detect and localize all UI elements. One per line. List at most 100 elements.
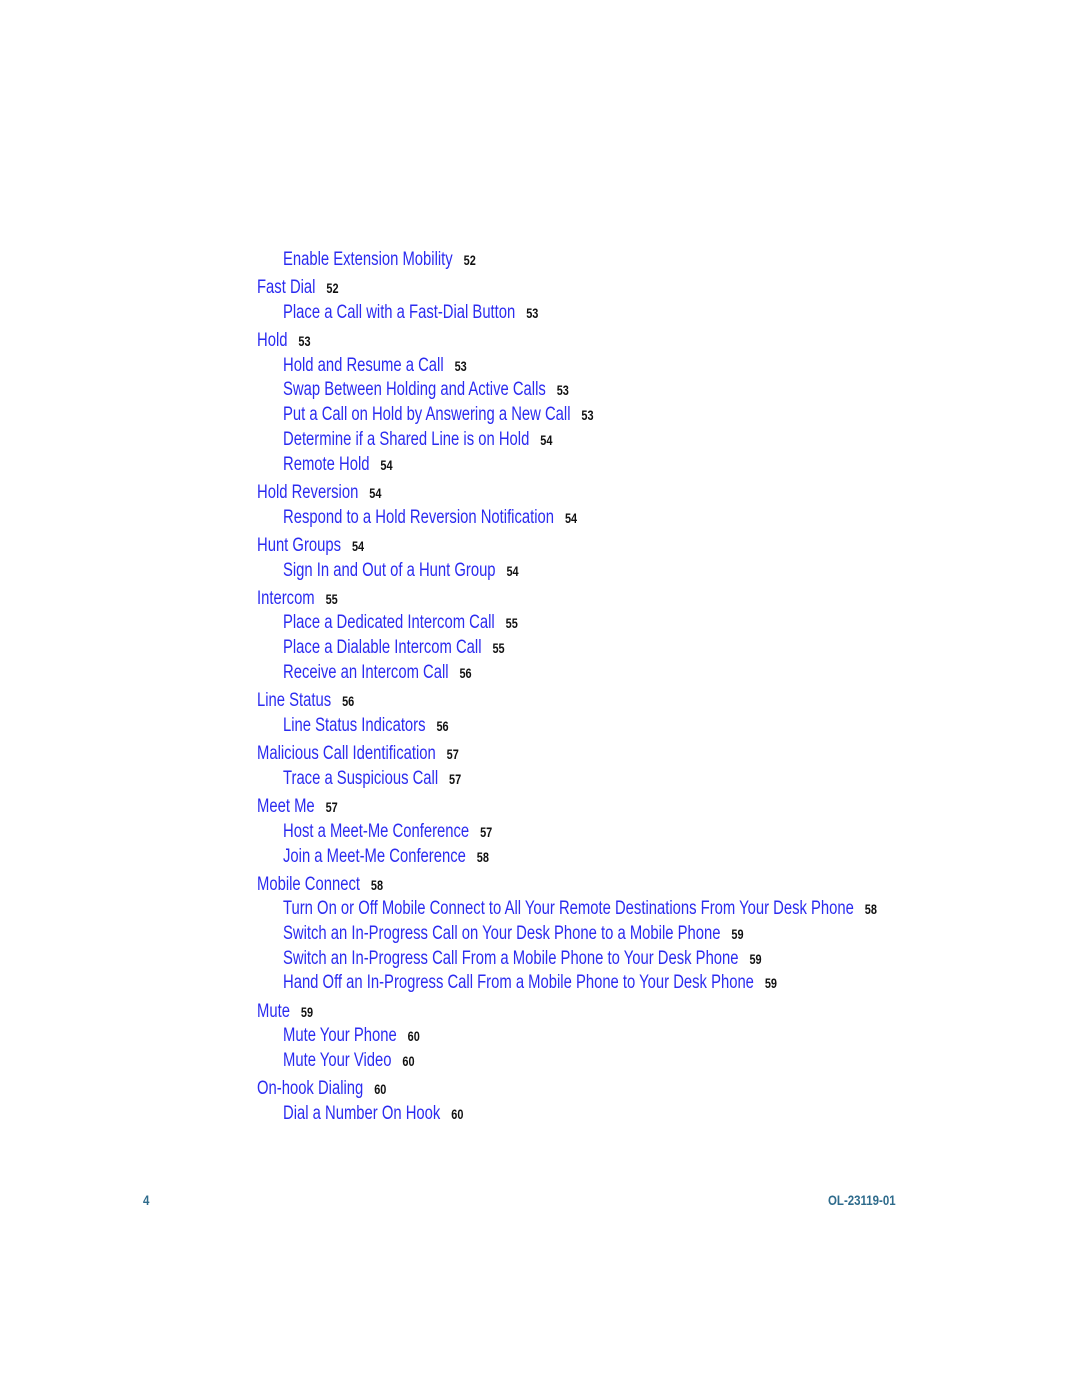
toc-entry-title[interactable]: Mute Your Phone (283, 1025, 397, 1046)
toc-subsection-entry[interactable]: Line Status Indicators 56 (283, 716, 449, 736)
toc-entry-title[interactable]: Place a Dialable Intercom Call (283, 637, 482, 658)
toc-entry-title[interactable]: Enable Extension Mobility (283, 249, 453, 270)
toc-subsection-entry[interactable]: Mute Your Video 60 (283, 1051, 415, 1071)
toc-section-entry[interactable]: On-hook Dialing 60 (257, 1079, 386, 1099)
toc-entry-page-number: 57 (480, 824, 493, 840)
toc-entry-title[interactable]: Hold (257, 330, 287, 351)
toc-section-entry[interactable]: Line Status 56 (257, 691, 354, 711)
toc-subsection-entry[interactable]: Join a Meet-Me Conference 58 (283, 847, 489, 867)
toc-entry-title[interactable]: Receive an Intercom Call (283, 662, 449, 683)
toc-entry-title[interactable]: Hand Off an In-Progress Call From a Mobi… (283, 972, 754, 993)
toc-entry-page-number: 58 (476, 849, 489, 865)
toc-subsection-entry[interactable]: Host a Meet-Me Conference 57 (283, 822, 492, 842)
toc-subsection-entry[interactable]: Place a Dialable Intercom Call 55 (283, 638, 505, 658)
toc-entry-page-number: 54 (369, 485, 382, 501)
toc-entry-page-number: 59 (764, 975, 778, 991)
toc-subsection-entry[interactable]: Swap Between Holding and Active Calls 53 (283, 380, 569, 400)
toc-entry-title[interactable]: Hold Reversion (257, 482, 358, 503)
toc-subsection-entry[interactable]: Mute Your Phone 60 (283, 1026, 420, 1046)
toc-subsection-entry[interactable]: Dial a Number On Hook 60 (283, 1104, 463, 1124)
toc-section-entry[interactable]: Fast Dial 52 (257, 278, 339, 298)
toc-entry-page-number: 59 (749, 951, 762, 967)
toc-entry-page-number: 59 (300, 1004, 314, 1020)
toc-entry-page-number: 54 (540, 432, 553, 448)
toc-entry-title[interactable]: Trace a Suspicious Call (283, 768, 438, 789)
toc-entry-title[interactable]: On-hook Dialing (257, 1078, 363, 1099)
toc-entry-title[interactable]: Respond to a Hold Reversion Notification (283, 507, 554, 528)
toc-entry-title[interactable]: Meet Me (257, 796, 315, 817)
toc-section-entry[interactable]: Malicious Call Identification 57 (257, 744, 459, 764)
toc-entry-title[interactable]: Hunt Groups (257, 535, 341, 556)
toc-entry-page-number: 60 (451, 1106, 464, 1122)
toc-subsection-entry[interactable]: Remote Hold 54 (283, 455, 393, 475)
toc-entry-title[interactable]: Join a Meet-Me Conference (283, 846, 466, 867)
toc-subsection-entry[interactable]: Hand Off an In-Progress Call From a Mobi… (283, 973, 777, 993)
toc-entry-page-number: 55 (325, 591, 338, 607)
toc-entry-title[interactable]: Mobile Connect (257, 874, 360, 895)
toc-entry-title[interactable]: Line Status Indicators (283, 715, 426, 736)
toc-subsection-entry[interactable]: Switch an In-Progress Call From a Mobile… (283, 949, 762, 969)
toc-entry-title[interactable]: Hold and Resume a Call (283, 355, 444, 376)
toc-section-entry[interactable]: Hunt Groups 54 (257, 536, 364, 556)
toc-entry-page-number: 54 (506, 563, 519, 579)
toc-section-entry[interactable]: Meet Me 57 (257, 797, 338, 817)
toc-subsection-entry[interactable]: Hold and Resume a Call 53 (283, 356, 467, 376)
toc-entry-page-number: 57 (449, 771, 462, 787)
toc-entry-page-number: 57 (446, 746, 459, 762)
toc-entry-title[interactable]: Intercom (257, 588, 315, 609)
toc-entry-title[interactable]: Fast Dial (257, 277, 315, 298)
toc-entry-page-number: 52 (463, 252, 476, 268)
toc-subsection-entry[interactable]: Put a Call on Hold by Answering a New Ca… (283, 405, 594, 425)
toc-entry-title[interactable]: Switch an In-Progress Call From a Mobile… (283, 948, 739, 969)
toc-entry-page-number: 53 (526, 305, 539, 321)
toc-subsection-entry[interactable]: Sign In and Out of a Hunt Group 54 (283, 561, 519, 581)
toc-subsection-entry[interactable]: Turn On or Off Mobile Connect to All You… (283, 899, 877, 919)
toc-entry-page-number: 53 (581, 407, 594, 423)
toc-entry-page-number: 54 (564, 510, 578, 526)
toc-entry-page-number: 55 (492, 640, 505, 656)
toc-entry-title[interactable]: Line Status (257, 690, 331, 711)
toc-entry-title[interactable]: Place a Call with a Fast-Dial Button (283, 302, 515, 323)
toc-entry-page-number: 57 (325, 799, 338, 815)
toc-entry-page-number: 58 (370, 877, 384, 893)
table-of-contents: Enable Extension Mobility 52 Fast Dial 52 Pl… (0, 0, 1080, 1397)
toc-section-entry[interactable]: Hold 53 (257, 331, 311, 351)
toc-entry-title[interactable]: Determine if a Shared Line is on Hold (283, 429, 529, 450)
toc-entry-page-number: 54 (380, 457, 393, 473)
toc-entry-page-number: 53 (556, 382, 569, 398)
toc-entry-title[interactable]: Malicious Call Identification (257, 743, 436, 764)
toc-subsection-entry[interactable]: Trace a Suspicious Call 57 (283, 769, 461, 789)
toc-entry-page-number: 58 (864, 901, 877, 917)
toc-entry-title[interactable]: Turn On or Off Mobile Connect to All You… (283, 898, 854, 919)
toc-subsection-entry[interactable]: Place a Call with a Fast-Dial Button 53 (283, 303, 538, 323)
toc-entry-page-number: 52 (326, 280, 339, 296)
toc-subsection-entry[interactable]: Respond to a Hold Reversion Notification… (283, 508, 577, 528)
toc-entry-title[interactable]: Mute Your Video (283, 1050, 392, 1071)
toc-section-entry[interactable]: Mobile Connect 58 (257, 875, 383, 895)
toc-entry-page-number: 53 (298, 333, 311, 349)
toc-entry-page-number: 55 (505, 615, 518, 631)
toc-entry-title[interactable]: Put a Call on Hold by Answering a New Ca… (283, 404, 570, 425)
toc-entry-title[interactable]: Swap Between Holding and Active Calls (283, 379, 546, 400)
toc-entry-page-number: 54 (351, 538, 365, 554)
toc-subsection-entry[interactable]: Switch an In-Progress Call on Your Desk … (283, 924, 744, 944)
toc-entry-title[interactable]: Sign In and Out of a Hunt Group (283, 560, 496, 581)
toc-subsection-entry[interactable]: Place a Dedicated Intercom Call 55 (283, 613, 518, 633)
toc-entry-page-number: 56 (436, 718, 449, 734)
toc-section-entry[interactable]: Intercom 55 (257, 589, 338, 609)
toc-entry-title[interactable]: Dial a Number On Hook (283, 1103, 440, 1124)
toc-entry-title[interactable]: Place a Dedicated Intercom Call (283, 612, 495, 633)
toc-entry-page-number: 60 (402, 1053, 415, 1069)
toc-section-entry[interactable]: Hold Reversion 54 (257, 483, 381, 503)
toc-subsection-entry[interactable]: Determine if a Shared Line is on Hold 54 (283, 430, 552, 450)
toc-subsection-entry[interactable]: Enable Extension Mobility 52 (283, 250, 476, 270)
toc-entry-title[interactable]: Mute (257, 1001, 290, 1022)
toc-entry-title[interactable]: Host a Meet-Me Conference (283, 821, 469, 842)
toc-entry-page-number: 56 (342, 693, 355, 709)
toc-subsection-entry[interactable]: Receive an Intercom Call 56 (283, 663, 472, 683)
toc-entry-page-number: 56 (459, 665, 472, 681)
toc-section-entry[interactable]: Mute 59 (257, 1002, 313, 1022)
toc-entry-title[interactable]: Switch an In-Progress Call on Your Desk … (283, 923, 720, 944)
toc-entry-title[interactable]: Remote Hold (283, 454, 369, 475)
toc-entry-page-number: 60 (374, 1081, 387, 1097)
